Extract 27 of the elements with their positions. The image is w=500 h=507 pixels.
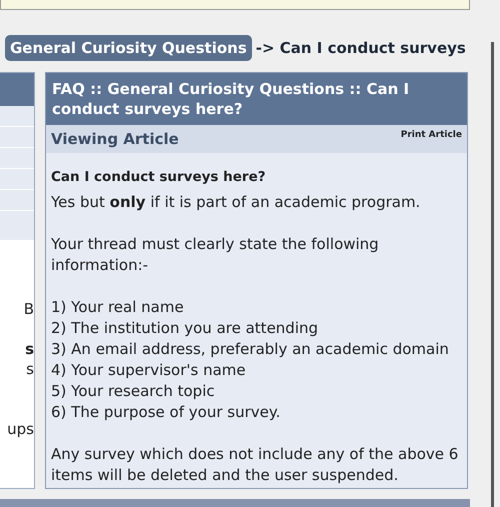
sidebar-row[interactable] (0, 148, 34, 169)
breadcrumb-current: -> Can I conduct surveys (256, 38, 466, 59)
category-link[interactable]: General Curiosity Questions (5, 34, 252, 62)
question-heading: Can I conduct surveys here? (51, 168, 267, 187)
sidebar-text: B (22, 299, 34, 319)
list-line: 2) The institution you are attending (51, 318, 320, 339)
sidebar-row[interactable] (0, 169, 34, 190)
sidebar-text: s (24, 339, 34, 359)
sidebar-row[interactable] (0, 211, 34, 241)
scrollbar[interactable] (491, 42, 494, 507)
list-line: 3) An email address, preferably an academic domain (51, 339, 450, 360)
article-paragraph: Your thread must clearly state the following information:- (51, 234, 380, 276)
print-link[interactable]: Print Article (400, 125, 462, 153)
list-line: 1) Your real name (51, 297, 185, 318)
sidebar-row[interactable] (0, 190, 34, 211)
list-line: 5) Your research topic (51, 381, 216, 402)
sidebar-row[interactable] (0, 106, 34, 127)
sidebar-header (0, 73, 34, 106)
article-paragraph: Yes but only if it is part of an academic program. (51, 192, 422, 213)
article-paragraph: Any survey which does not include any of the above 6 items will be deleted and the user suspended. (51, 444, 460, 486)
subheader-title: Viewing Article (51, 129, 179, 150)
list-line: 6) The purpose of your survey. (51, 402, 282, 423)
sidebar-row[interactable] (0, 127, 34, 148)
sidebar-text: ups (6, 419, 34, 439)
article-title: FAQ :: General Curiosity Questions :: Can I conduct surveys here? (46, 73, 467, 125)
list-line: 4) Your supervisor's name (51, 360, 247, 381)
sidebar-text: s (25, 359, 34, 379)
